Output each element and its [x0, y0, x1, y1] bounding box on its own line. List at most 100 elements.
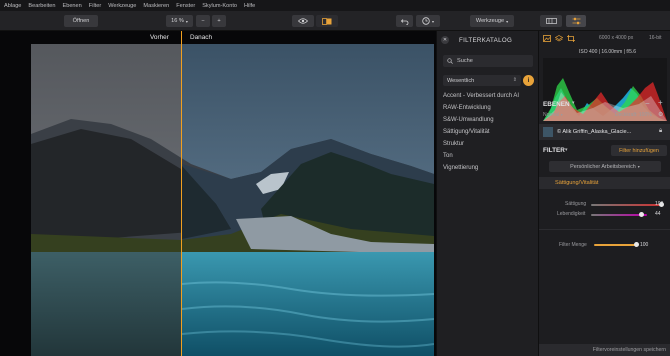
add-filter-label: Filter hinzufügen — [619, 147, 659, 154]
plus-icon: + — [217, 18, 221, 24]
image-dimensions: 6000 x 4000 px — [599, 35, 634, 41]
toolbar: Öffnen 16 % ▾ − + ▾ Werkzeuge ▾ — [0, 11, 670, 31]
info-button[interactable]: i — [523, 75, 534, 86]
compare-labels: Vorher Danach — [0, 31, 436, 44]
divider — [539, 229, 670, 230]
chevron-down-icon: ▾ — [185, 18, 188, 24]
catalog-search-input[interactable]: Suche — [443, 55, 533, 67]
open-button[interactable]: Öffnen — [64, 15, 98, 27]
layer-thumbnail — [543, 127, 553, 137]
vibrance-value: 44 — [655, 211, 661, 217]
bit-depth: 16-bit — [649, 35, 662, 41]
vibrance-slider-knob[interactable] — [638, 212, 644, 217]
undo-icon — [400, 18, 408, 25]
catalog-toggle-button[interactable] — [540, 15, 562, 27]
filters-title: FILTER — [543, 147, 565, 154]
saturation-slider[interactable] — [591, 204, 661, 206]
menu-werkzeuge[interactable]: Werkzeuge — [108, 3, 136, 9]
menu-fenster[interactable]: Fenster — [176, 3, 195, 9]
workspace-value: Persönlicher Arbeitsbereich — [570, 163, 636, 170]
chevron-down-icon: ▾ — [560, 112, 563, 117]
exif-info: ISO 400 | 16.00mm | f/5.6 — [579, 49, 637, 55]
glacier-landscape-image — [31, 44, 434, 356]
close-catalog-button[interactable]: ✕ — [441, 36, 449, 44]
compare-button[interactable] — [316, 15, 338, 27]
blend-mode-dropdown[interactable]: Normal ▾ — [543, 112, 573, 121]
filter-catalog-panel: ✕ FILTERKATALOG Suche Wesentlich ⇕ i Acc… — [436, 31, 538, 356]
info-icon: i — [527, 77, 530, 84]
tools-label: Werkzeuge — [475, 18, 505, 24]
search-icon — [447, 58, 453, 64]
menu-filter[interactable]: Filter — [89, 3, 101, 9]
preview-button[interactable] — [292, 15, 314, 27]
menu-maskieren[interactable]: Maskieren — [143, 3, 169, 9]
active-filter-name: Sättigung/Vitalität — [555, 180, 599, 186]
chevron-down-icon[interactable]: ▾ — [572, 100, 575, 106]
zoom-value: 16 % — [171, 18, 184, 24]
menu-skylum-konto[interactable]: Skylum-Konto — [202, 3, 237, 9]
layer-row[interactable]: © Alik Griffin_Alaska_Glacie... 🔒︎ — [539, 124, 670, 140]
lock-icon[interactable]: 🔒︎ — [659, 128, 662, 135]
catalog-item-bw[interactable]: S&W-Umwandlung — [443, 117, 494, 123]
photo-preview[interactable] — [31, 44, 434, 356]
catalog-item-accent-ai[interactable]: Accent - Verbessert durch AI — [443, 93, 519, 99]
saturation-label: Sättigung — [565, 201, 587, 207]
filter-amount-value: 100 — [640, 242, 649, 248]
chevron-updown-icon: ⇕ — [512, 77, 517, 83]
chevron-down-icon: ▾ — [431, 18, 434, 24]
catalog-item-structure[interactable]: Struktur — [443, 141, 464, 147]
filter-amount-slider[interactable] — [594, 244, 636, 246]
crop-icon[interactable] — [567, 35, 575, 42]
layers-icon[interactable] — [555, 35, 563, 42]
workspace-dropdown[interactable]: Persönlicher Arbeitsbereich ▾ — [549, 161, 661, 172]
sliders-icon — [572, 17, 580, 25]
chevron-down-icon: ▾ — [637, 164, 640, 169]
menu-ablage[interactable]: Ablage — [4, 3, 21, 9]
add-layer-icon[interactable]: + — [658, 98, 663, 107]
menu-hilfe[interactable]: Hilfe — [244, 3, 255, 9]
history-button[interactable]: ▾ — [416, 15, 440, 27]
compare-split-icon — [322, 17, 332, 25]
catalog-title: FILTERKATALOG — [459, 37, 513, 44]
layer-name: © Alik Griffin_Alaska_Glacie... — [557, 128, 632, 135]
undo-button[interactable] — [396, 15, 413, 27]
before-label: Vorher — [150, 34, 169, 41]
minus-icon: − — [201, 18, 205, 24]
search-placeholder: Suche — [457, 58, 473, 64]
category-dropdown[interactable]: Wesentlich ⇕ — [443, 75, 521, 86]
minus-icon[interactable]: − — [645, 99, 650, 108]
catalog-item-tone[interactable]: Ton — [443, 153, 453, 159]
chevron-down-icon[interactable]: ▾ — [565, 147, 568, 153]
close-icon: ✕ — [442, 37, 448, 43]
menu-bearbeiten[interactable]: Bearbeiten — [28, 3, 55, 9]
catalog-item-saturation[interactable]: Sättigung/Vitalität — [443, 129, 490, 135]
zoom-in-button[interactable]: + — [212, 15, 226, 27]
image-icon[interactable] — [543, 35, 551, 42]
gear-icon[interactable]: ⚙ — [658, 111, 663, 118]
catalog-icon — [545, 18, 557, 24]
clock-icon — [422, 17, 430, 25]
adjust-panel-button[interactable] — [566, 15, 586, 27]
before-after-divider[interactable] — [181, 31, 182, 356]
save-preset-label: Filtervoreinstellungen speichern — [592, 347, 666, 353]
vibrance-label: Lebendigkeit — [557, 211, 586, 217]
layers-title: EBENEN — [543, 101, 570, 108]
right-panel: 6000 x 4000 px 16-bit ISO 400 | 16.00mm … — [538, 31, 670, 356]
zoom-out-button[interactable]: − — [196, 15, 210, 27]
filter-amount-knob[interactable] — [633, 242, 639, 247]
filter-amount-label: Filter Menge — [559, 242, 587, 248]
zoom-dropdown[interactable]: 16 % ▾ — [166, 15, 193, 27]
menu-bar: Ablage Bearbeiten Ebenen Filter Werkzeug… — [0, 0, 670, 11]
catalog-item-raw[interactable]: RAW-Entwicklung — [443, 105, 491, 111]
catalog-item-vignette[interactable]: Vignettierung — [443, 165, 478, 171]
category-value: Wesentlich — [447, 77, 475, 84]
save-preset-button[interactable]: Filtervoreinstellungen speichern — [539, 344, 670, 356]
eye-icon — [298, 18, 308, 24]
opacity-value[interactable]: Deckkraft: 100% — [615, 112, 652, 118]
saturation-value: 100 — [655, 201, 664, 207]
menu-ebenen[interactable]: Ebenen — [62, 3, 81, 9]
active-filter-header[interactable]: Sättigung/Vitalität — [539, 177, 670, 189]
tools-dropdown[interactable]: Werkzeuge ▾ — [470, 15, 514, 27]
image-canvas[interactable] — [0, 31, 436, 356]
add-filter-button[interactable]: Filter hinzufügen — [611, 145, 667, 156]
